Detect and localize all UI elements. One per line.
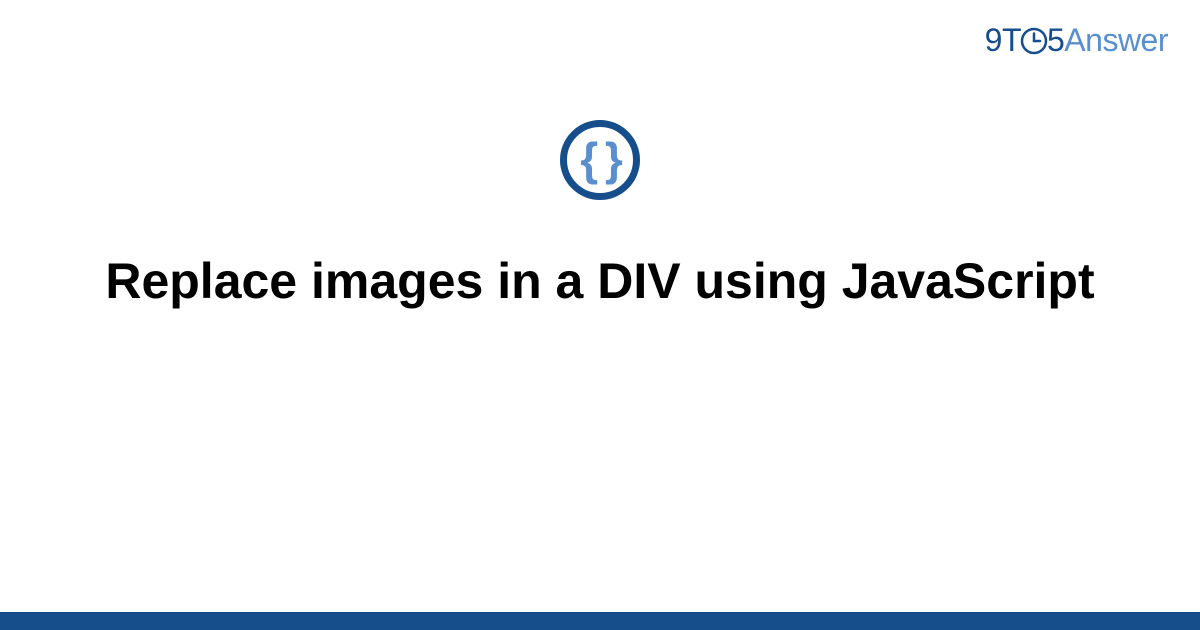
- page-title: Replace images in a DIV using JavaScript: [25, 250, 1174, 313]
- braces-icon: { }: [580, 136, 620, 182]
- logo-text-9t: 9T: [985, 22, 1021, 58]
- site-logo: 9T 5Answer: [985, 22, 1168, 59]
- logo-text-5: 5: [1047, 22, 1064, 58]
- clock-icon: [1020, 27, 1048, 55]
- main-content: { } Replace images in a DIV using JavaSc…: [0, 120, 1200, 313]
- category-icon-circle: { }: [560, 120, 640, 200]
- logo-text-answer: Answer: [1064, 22, 1168, 58]
- footer-bar: [0, 612, 1200, 630]
